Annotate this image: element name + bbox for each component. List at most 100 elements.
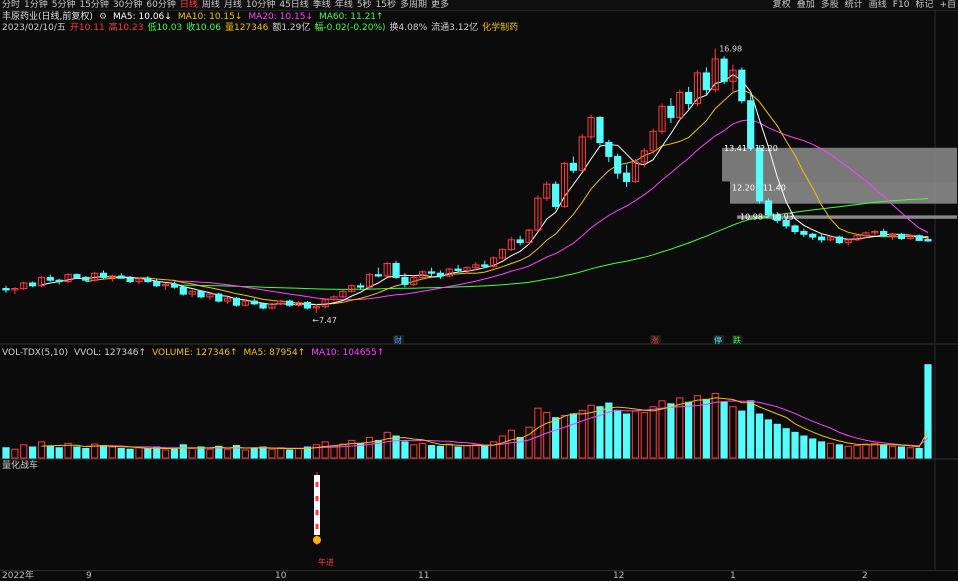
volume-bar — [729, 406, 737, 459]
volume-bar — [46, 445, 54, 459]
volume-bar — [241, 449, 249, 459]
volume-bar — [800, 435, 808, 459]
volume-bar — [436, 445, 445, 459]
candle-body — [303, 301, 312, 309]
volume-bar — [835, 444, 843, 459]
volume-bar — [791, 431, 799, 459]
candle-body — [791, 225, 799, 233]
volume-bar — [755, 413, 764, 459]
volume-bar — [569, 413, 577, 459]
candle-body — [215, 293, 223, 302]
quant-indicator-title[interactable]: 量化战车 — [2, 461, 38, 471]
x-axis: 2022年 9 10 11 12 1 2 — [0, 570, 958, 581]
volume-bar — [897, 446, 906, 459]
volume-bar — [294, 447, 303, 459]
candle-body — [685, 91, 693, 105]
volume-indicator-title[interactable]: VOL-TDX(5,10) — [2, 348, 68, 358]
candle-body — [250, 300, 258, 305]
volume-bar — [117, 447, 125, 459]
candle-body — [259, 303, 267, 309]
volume-bar — [454, 446, 462, 459]
candle-body — [197, 290, 205, 298]
volume-legend: VOL-TDX(5,10) VVOL: 127346↑ VOLUME: 1273… — [2, 348, 384, 358]
event-marker: 财 — [394, 335, 402, 345]
high-price-label: 16.98 — [719, 44, 742, 53]
candle-body — [569, 162, 577, 171]
candle-body — [46, 276, 54, 281]
volume-bar — [764, 419, 773, 459]
volume-bar — [773, 423, 781, 459]
volume-bar — [498, 435, 507, 459]
candle-body — [170, 283, 179, 288]
candle-body — [126, 277, 134, 283]
vol-ma10-label: MA10: 104655↑ — [311, 348, 385, 358]
volume-bar — [259, 446, 267, 459]
volume-bar — [809, 438, 817, 459]
volume-bar — [747, 400, 755, 459]
candle-body — [924, 239, 932, 242]
volume-bar — [277, 447, 285, 459]
volume-bar — [312, 444, 320, 459]
candle-body — [436, 272, 445, 277]
candle-body — [28, 282, 37, 287]
signal-rocket-stripe — [315, 482, 319, 487]
event-marker: 跌 — [733, 335, 741, 345]
zone3-label: 10.98 - 10.93 — [740, 212, 794, 221]
zone2-label: 12.20 - 11.40 — [732, 183, 786, 192]
volume-bar — [179, 444, 187, 459]
volume-bar — [365, 436, 374, 459]
volume-bar — [481, 445, 489, 459]
volume-bar — [525, 426, 533, 459]
candle-body — [401, 276, 409, 285]
volume-bar — [445, 443, 453, 459]
volume-bar — [924, 364, 932, 459]
volume-bar — [640, 412, 648, 459]
signal-flame — [313, 536, 321, 544]
volume-bar — [888, 445, 897, 459]
volume-bar — [82, 447, 90, 459]
candle-body — [73, 274, 81, 278]
ma60-line — [174, 198, 929, 290]
candle-body — [702, 72, 710, 91]
volume-bar — [2, 447, 10, 459]
volume-bar — [720, 401, 728, 459]
volume-bar — [401, 441, 409, 459]
candle-body — [915, 235, 923, 241]
candle-body — [605, 141, 613, 157]
volume-bar — [871, 442, 879, 459]
volume-bar — [685, 401, 693, 459]
candle-body — [55, 279, 63, 283]
candle-body — [454, 268, 462, 271]
candle-body — [153, 281, 161, 287]
candle-body — [374, 274, 382, 277]
candle-body — [481, 264, 489, 267]
candle-body — [667, 105, 675, 118]
candle-body — [897, 233, 906, 239]
volume-bar — [410, 444, 418, 459]
candle-body — [427, 271, 436, 274]
volume-bar — [880, 444, 888, 459]
signal-rocket-stripe — [315, 524, 319, 529]
volume-bar — [667, 403, 675, 459]
volume-bar — [738, 410, 746, 459]
volume-bar — [170, 448, 179, 459]
volume-bar — [197, 446, 205, 459]
volume-bar — [782, 428, 790, 459]
volume-bar — [552, 417, 560, 459]
volume-bar — [826, 442, 835, 459]
candle-body — [738, 69, 746, 102]
volume-bar — [188, 447, 196, 459]
volume-bar — [55, 447, 63, 459]
volume-bar — [844, 445, 852, 459]
volume-bar — [516, 436, 524, 459]
volume-bar — [614, 409, 622, 459]
volume-bar — [649, 406, 657, 459]
kline-chart[interactable]: 16.98 ←7.47 13.41 - 12.20 12.20 - 11.40 10.9… — [0, 0, 958, 570]
volume-bar — [99, 445, 108, 459]
volume-bar — [73, 446, 81, 459]
signal-label: 牛进 — [318, 557, 334, 567]
candle-body — [99, 272, 108, 278]
volume-bar — [330, 445, 338, 459]
candle-body — [232, 297, 241, 306]
volume-bar — [906, 447, 914, 459]
